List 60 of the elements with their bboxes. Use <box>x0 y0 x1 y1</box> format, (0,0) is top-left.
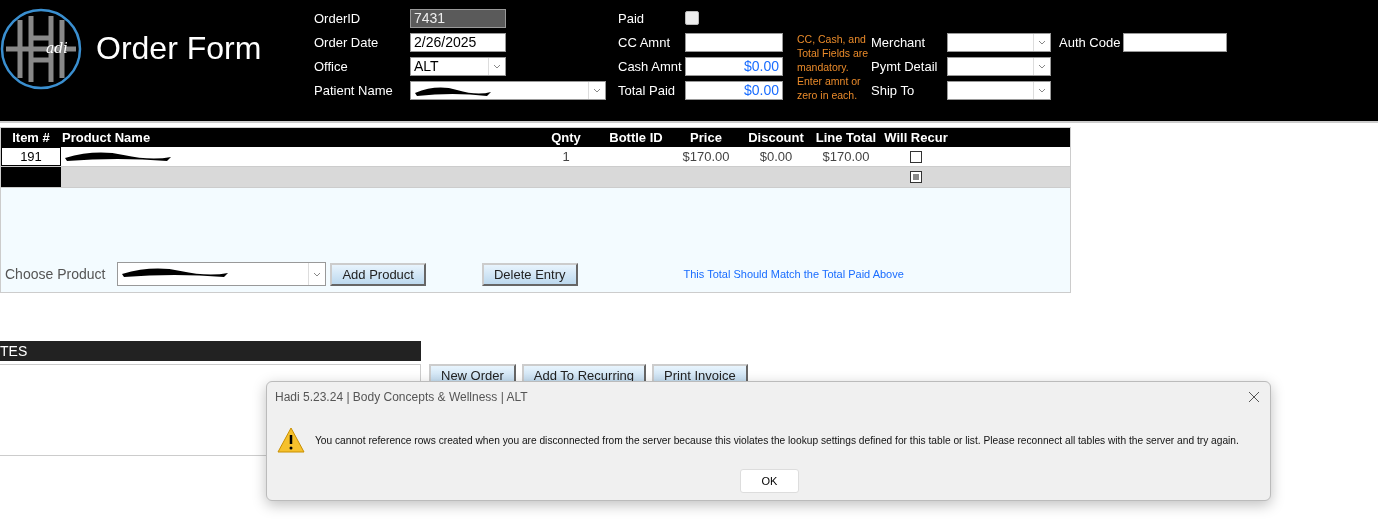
office-dropdown[interactable]: ALT <box>410 56 506 76</box>
field-label: Patient Name <box>314 82 394 98</box>
column-header: Item # <box>11 130 51 145</box>
field-label: Auth Code <box>1059 34 1122 50</box>
field-label: Merchant <box>871 34 927 50</box>
field-label: Total Paid <box>618 82 677 98</box>
auth-code-field[interactable] <box>1123 32 1227 52</box>
notes-header: TES <box>0 341 421 361</box>
table-cell-text: $170.00 <box>821 149 871 164</box>
table-cell-text: $170.00 <box>681 149 731 164</box>
form-title: Order Form <box>96 29 262 67</box>
amount-field[interactable] <box>685 32 783 52</box>
item-number-cell <box>1 167 61 187</box>
amount-field[interactable]: $0.00 <box>685 56 783 76</box>
caret-icon <box>1038 63 1046 69</box>
recur-checkbox[interactable] <box>910 150 922 163</box>
mandatory-note: CC, Cash, and Total Fields are mandatory. Enter amnt or zero in each. <box>797 32 869 102</box>
item-number-cell: 191 <box>1 147 61 166</box>
field-label: Ship To <box>871 82 916 98</box>
paid-checkbox[interactable] <box>685 11 699 25</box>
caret-icon <box>1038 39 1046 45</box>
field-label: OrderID <box>314 10 362 26</box>
table-cell-text: 1 <box>561 149 571 164</box>
patient-dropdown[interactable] <box>410 80 606 100</box>
caret-icon <box>593 87 601 93</box>
field-label: Pymt Detail <box>871 58 939 74</box>
field-label: CC Amnt <box>618 34 671 50</box>
field-label: Cash Amnt <box>618 58 683 74</box>
ok-button[interactable]: OK <box>740 469 799 493</box>
column-header: Line Total <box>814 130 878 145</box>
field-label: Order Date <box>314 34 380 50</box>
date-field[interactable]: 2/26/2025 <box>410 32 506 52</box>
delete-entry-button[interactable]: Delete Entry <box>481 262 578 286</box>
payment-dropdown[interactable] <box>947 56 1051 76</box>
recur-checkbox[interactable] <box>910 171 922 183</box>
product-dropdown[interactable] <box>117 262 327 286</box>
caret-icon <box>1038 87 1046 93</box>
column-header: Qnty <box>550 130 582 145</box>
add-product-button[interactable]: Add Product <box>330 262 426 286</box>
field-label: Office <box>314 58 349 74</box>
payment-dropdown[interactable] <box>947 80 1051 100</box>
caret-icon <box>493 63 501 69</box>
column-header: Product Name <box>61 130 152 145</box>
order-id-field: 7431 <box>410 8 506 28</box>
total-hint: This Total Should Match the Total Paid Above <box>683 268 904 280</box>
table-cell-text: $0.00 <box>758 149 794 164</box>
dialog-message: You cannot reference rows created when you are disconnected from the server because this violates the lookup settings defined for this table or list. Please reconnect all tables with the server and try again. <box>315 434 1239 446</box>
caret-icon <box>313 271 322 277</box>
close-icon[interactable] <box>1248 391 1260 403</box>
column-header: Price <box>689 130 723 145</box>
column-header: Bottle ID <box>608 130 664 145</box>
warning-icon <box>277 427 305 453</box>
logo-icon <box>0 8 82 90</box>
column-header: Discount <box>747 130 805 145</box>
column-header: Will Recur <box>883 130 949 145</box>
amount-field[interactable]: $0.00 <box>685 80 783 100</box>
field-label: Paid <box>618 10 646 26</box>
dialog-title: Hadi 5.23.24 | Body Concepts & Wellness | ALT <box>275 390 528 404</box>
payment-dropdown[interactable] <box>947 32 1051 52</box>
field-label: Choose Product <box>5 266 106 282</box>
